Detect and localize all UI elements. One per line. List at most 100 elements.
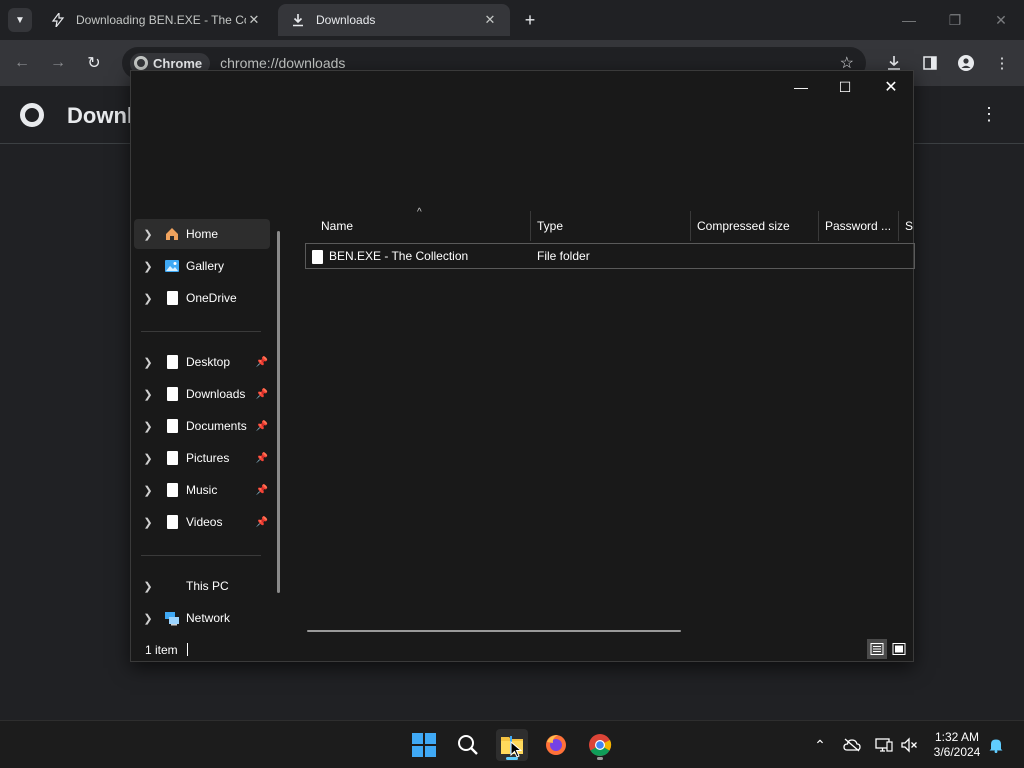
column-header-size[interactable]: Si [899,211,913,241]
column-header-label: Password ... [825,219,892,233]
kebab-menu-icon: ⋮ [994,55,1010,72]
forward-button[interactable]: → [46,51,70,75]
file-icon [164,354,180,370]
nav-item-this-pc[interactable]: ❯ This PC [134,571,270,601]
nav-item-pictures[interactable]: ❯ Pictures 📌 [134,443,270,473]
active-indicator [506,757,518,760]
nav-item-videos[interactable]: ❯ Videos 📌 [134,507,270,537]
start-button[interactable] [408,729,440,761]
profile-button[interactable] [954,51,978,75]
reload-icon: ↻ [87,55,101,72]
nav-item-downloads[interactable]: ❯ Downloads 📌 [134,379,270,409]
table-row[interactable]: BEN.EXE - The Collection File folder [305,243,915,269]
nav-item-gallery[interactable]: ❯ Gallery [134,251,270,281]
pin-icon: 📌 [255,388,269,400]
nav-item-onedrive[interactable]: ❯ OneDrive [134,283,270,313]
nav-item-label: This PC [186,579,229,593]
new-tab-button[interactable]: + [518,8,542,32]
maximize-button[interactable]: ☐ [829,75,861,99]
onedrive-tray-icon[interactable] [842,735,862,755]
notifications-button[interactable] [986,735,1006,755]
nav-item-desktop[interactable]: ❯ Desktop 📌 [134,347,270,377]
system-clock[interactable]: 1:32 AM 3/6/2024 [924,730,990,760]
nav-item-label: Pictures [186,451,230,465]
navigation-pane: ❯ Home ❯ Gallery ❯ OneDrive ❯ Desktop 📌 … [131,211,287,637]
file-icon [312,250,323,264]
close-icon[interactable]: ✕ [482,12,498,28]
close-icon[interactable]: ✕ [246,12,262,28]
nav-item-label: Home [186,227,219,241]
firefox-taskbar-button[interactable] [540,729,572,761]
column-header-password[interactable]: Password ... [819,211,899,241]
tab-downloads[interactable]: Downloads ✕ [278,4,510,36]
taskbar: ⌃ 1:32 AM 3/6/2024 [0,720,1024,768]
chevron-right-icon[interactable]: ❯ [136,420,160,433]
nav-item-music[interactable]: ❯ Music 📌 [134,475,270,505]
nav-item-label: Network [186,611,231,625]
nav-item-label: Videos [186,515,223,529]
minimize-icon: — [794,79,808,95]
chevron-right-icon[interactable]: ❯ [136,452,160,465]
tab-title: Downloading BEN.EXE - The Co [76,13,246,27]
minimize-button[interactable]: — [785,75,817,99]
nav-item-home[interactable]: ❯ Home [134,219,270,249]
nav-scrollbar[interactable] [277,231,280,593]
close-window-button[interactable]: ✕ [875,75,907,99]
computer-icon [164,578,180,594]
search-button[interactable] [452,729,484,761]
chevron-right-icon[interactable]: ❯ [136,388,160,401]
column-header-type[interactable]: Type [531,211,691,241]
lightning-icon [50,12,66,28]
column-header-name[interactable]: Name [315,211,531,241]
tab-title: Downloads [316,13,376,27]
plus-icon: + [524,9,536,30]
nav-item-documents[interactable]: ❯ Documents 📌 [134,411,270,441]
tab-strip: ▼ Downloading BEN.EXE - The Co ✕ Downloa… [0,0,1024,40]
minimize-button[interactable]: — [897,8,921,32]
restore-button[interactable]: ❐ [943,8,967,32]
chevron-up-icon: ⌃ [814,736,826,753]
minimize-icon: — [902,12,916,28]
reload-button[interactable]: ↻ [82,51,106,75]
tab-search-button[interactable]: ▼ [8,8,32,32]
pin-icon: 📌 [255,420,269,432]
tiles-view-button[interactable] [889,639,909,659]
chevron-right-icon[interactable]: ❯ [136,356,160,369]
details-view-icon [870,643,884,655]
avatar-icon [958,55,974,71]
volume-tray-icon[interactable] [899,735,919,755]
restore-icon: ❐ [948,11,962,28]
chevron-right-icon[interactable]: ❯ [136,612,160,625]
nav-item-label: Desktop [186,355,231,369]
file-explorer-taskbar-button[interactable] [496,729,528,761]
download-icon [888,56,900,70]
details-view-button[interactable] [867,639,887,659]
menu-button[interactable]: ⋮ [990,51,1014,75]
close-icon: ✕ [995,11,1007,28]
side-panel-button[interactable] [918,51,942,75]
close-window-button[interactable]: ✕ [989,8,1013,32]
nav-item-label: Downloads [186,387,246,401]
cloud-offline-icon [843,738,861,752]
chevron-right-icon[interactable]: ❯ [136,292,160,305]
back-button[interactable]: ← [10,51,34,75]
tab-downloading[interactable]: Downloading BEN.EXE - The Co ✕ [38,4,274,36]
chevron-right-icon[interactable]: ❯ [136,260,160,273]
column-header-compressed-size[interactable]: Compressed size [691,211,819,241]
status-divider [187,643,188,656]
show-hidden-icons-button[interactable]: ⌃ [810,735,830,755]
chrome-taskbar-button[interactable] [584,729,616,761]
chevron-right-icon[interactable]: ❯ [136,228,160,241]
arrow-left-icon: ← [14,54,30,71]
horizontal-scrollbar[interactable] [307,630,681,632]
pin-icon: 📌 [255,452,269,464]
network-tray-icon[interactable] [874,735,894,755]
nav-item-label: Documents [186,419,247,433]
kebab-menu-icon[interactable]: ⋮ [980,104,998,125]
nav-item-network[interactable]: ❯ Network [134,603,270,633]
file-list: ^ Name Type Compressed size Password ...… [289,207,915,637]
chevron-right-icon[interactable]: ❯ [136,580,160,593]
chevron-right-icon[interactable]: ❯ [136,484,160,497]
row-name: BEN.EXE - The Collection [329,249,469,263]
chevron-right-icon[interactable]: ❯ [136,516,160,529]
